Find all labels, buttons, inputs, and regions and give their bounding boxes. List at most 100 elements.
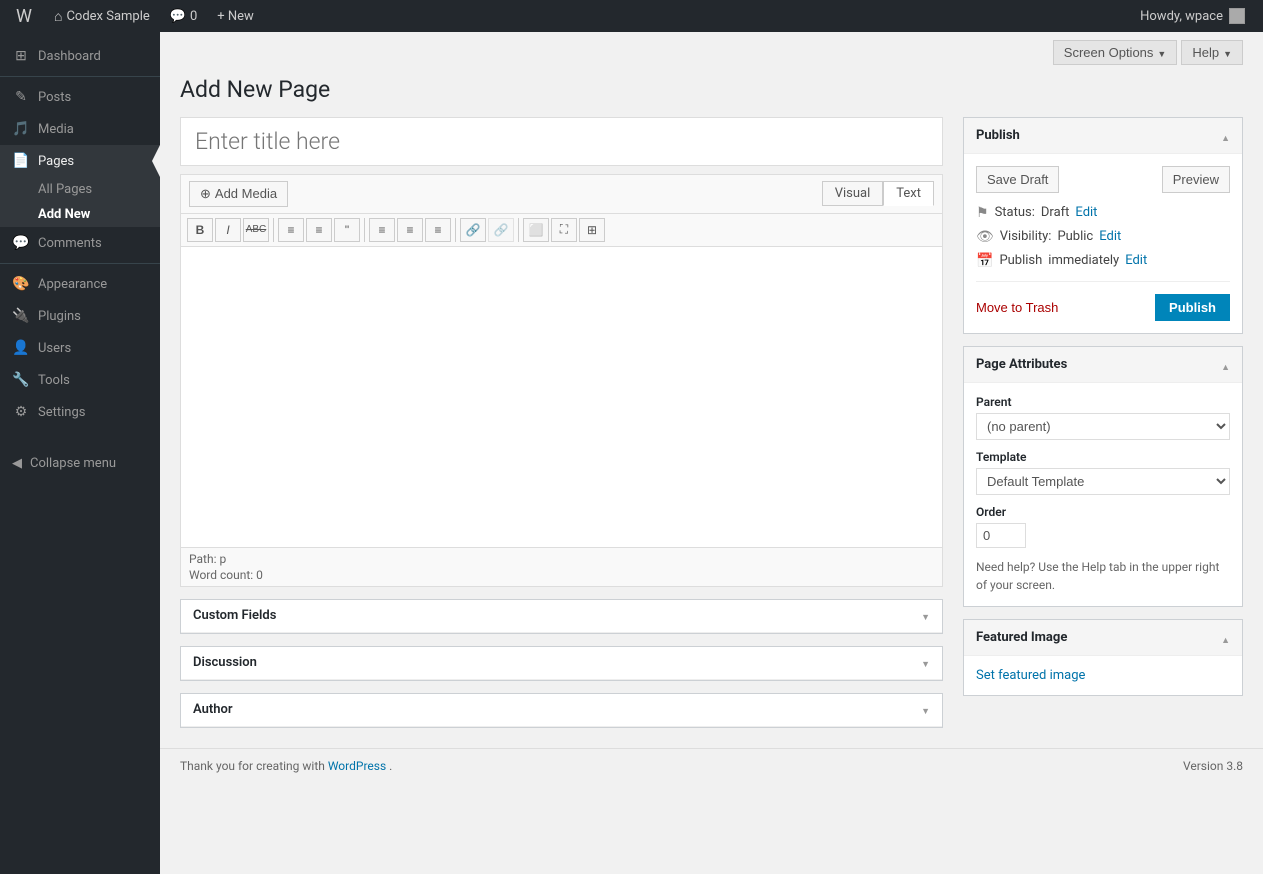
sidebar-item-label: Media (38, 122, 74, 137)
adminbar-site[interactable]: ⌂ Codex Sample (44, 0, 160, 32)
publish-time-value: immediately (1048, 253, 1119, 268)
sidebar-item-dashboard[interactable]: ⊞ Dashboard (0, 40, 160, 72)
visibility-edit-link[interactable]: Edit (1099, 229, 1121, 244)
remove-link-button[interactable]: 🔗 (488, 218, 514, 242)
toolbar-separator-2 (364, 218, 365, 242)
editor-footer: Path: p Word count: 0 (181, 547, 942, 586)
pages-submenu: All Pages Add New (0, 177, 160, 227)
sidebar-item-comments[interactable]: 💬 Comments (0, 227, 160, 259)
sidebar-item-label: Appearance (38, 277, 107, 292)
wordpress-link[interactable]: WordPress (328, 759, 389, 773)
order-input[interactable] (976, 523, 1026, 548)
custom-fields-header[interactable]: Custom Fields (181, 600, 942, 633)
featured-image-box: Featured Image Set featured image (963, 619, 1243, 696)
media-icon: 🎵 (12, 121, 30, 137)
discussion-header[interactable]: Discussion (181, 647, 942, 680)
attr-help-text: Need help? Use the Help tab in the upper… (976, 558, 1230, 594)
author-toggle[interactable] (921, 702, 930, 718)
sidebar-item-label: Settings (38, 405, 85, 420)
collapse-icon: ◀ (12, 456, 22, 471)
screen-options-button[interactable]: Screen Options (1053, 40, 1178, 65)
home-icon: ⌂ (54, 8, 62, 25)
publish-footer: Move to Trash Publish (976, 294, 1230, 321)
help-button[interactable]: Help (1181, 40, 1243, 65)
sidebar-item-plugins[interactable]: 🔌 Plugins (0, 300, 160, 332)
page-attributes-collapse-icon[interactable] (1221, 355, 1230, 374)
sidebar-item-settings[interactable]: ⚙ Settings (0, 396, 160, 428)
featured-image-title: Featured Image (976, 630, 1067, 645)
sidebar-item-posts[interactable]: ✎ Posts (0, 81, 160, 113)
posts-icon: ✎ (12, 89, 30, 105)
ordered-list-button[interactable]: ≡ (306, 218, 332, 242)
publish-time-label: Publish (999, 253, 1042, 268)
editor-sidebar: Publish Save Draft Preview (963, 117, 1243, 708)
align-right-button[interactable]: ≡ (425, 218, 451, 242)
content-header: Screen Options Help (160, 32, 1263, 65)
sidebar-item-media[interactable]: 🎵 Media (0, 113, 160, 145)
bold-button[interactable]: B (187, 218, 213, 242)
dashboard-icon: ⊞ (12, 48, 30, 64)
wp-logo[interactable]: W (8, 6, 40, 27)
publish-box: Publish Save Draft Preview (963, 117, 1243, 334)
submenu-item-all-pages[interactable]: All Pages (0, 177, 160, 202)
order-field: Order (976, 505, 1230, 548)
tab-visual[interactable]: Visual (822, 181, 884, 206)
unordered-list-button[interactable]: ≡ (278, 218, 304, 242)
author-header[interactable]: Author (181, 694, 942, 727)
adminbar-new[interactable]: + New (207, 0, 264, 32)
custom-fields-toggle[interactable] (921, 608, 930, 624)
sidebar-item-users[interactable]: 👤 Users (0, 332, 160, 364)
strikethrough-button[interactable]: ABC (243, 218, 269, 242)
menu-arrow (152, 145, 160, 177)
template-select[interactable]: Default Template (976, 468, 1230, 495)
editor-box: ⊕ Add Media Visual Text (180, 174, 943, 587)
adminbar-comments[interactable]: 💬 0 (160, 0, 208, 32)
toolbar-separator-3 (455, 218, 456, 242)
insert-more-button[interactable]: ⬜ (523, 218, 549, 242)
publish-collapse-icon[interactable] (1221, 126, 1230, 145)
set-featured-image-link[interactable]: Set featured image (976, 668, 1085, 683)
chevron-down-icon (1223, 45, 1232, 60)
collapse-menu[interactable]: ◀ Collapse menu (0, 448, 160, 479)
align-left-button[interactable]: ≡ (369, 218, 395, 242)
publish-box-title: Publish (976, 128, 1020, 143)
italic-button[interactable]: I (215, 218, 241, 242)
template-label: Template (976, 450, 1230, 464)
publish-button[interactable]: Publish (1155, 294, 1230, 321)
toolbar-toggle-button[interactable]: ⊞ (579, 218, 605, 242)
featured-image-header: Featured Image (964, 620, 1242, 656)
discussion-toggle[interactable] (921, 655, 930, 671)
page-attributes-title: Page Attributes (976, 357, 1067, 372)
save-draft-button[interactable]: Save Draft (976, 166, 1059, 193)
editor-main: ⊕ Add Media Visual Text (180, 117, 943, 728)
footer-version: Version 3.8 (1183, 759, 1243, 773)
sidebar-item-pages[interactable]: 📄 Pages (0, 145, 160, 177)
move-to-trash-button[interactable]: Move to Trash (976, 300, 1058, 315)
editor-content-area[interactable] (181, 247, 942, 547)
align-center-button[interactable]: ≡ (397, 218, 423, 242)
insert-link-button[interactable]: 🔗 (460, 218, 486, 242)
toolbar-separator-4 (518, 218, 519, 242)
comments-icon: 💬 (170, 9, 186, 24)
sidebar-item-appearance[interactable]: 🎨 Appearance (0, 268, 160, 300)
add-media-button[interactable]: ⊕ Add Media (189, 181, 288, 207)
status-edit-link[interactable]: Edit (1075, 205, 1097, 220)
custom-fields-metabox: Custom Fields (180, 599, 943, 634)
fullscreen-button[interactable]: ⛶ (551, 218, 577, 242)
publish-time-edit-link[interactable]: Edit (1125, 253, 1147, 268)
order-label: Order (976, 505, 1230, 519)
sidebar-item-tools[interactable]: 🔧 Tools (0, 364, 160, 396)
page-attributes-body: Parent (no parent) Template Default Temp… (964, 383, 1242, 606)
visibility-value: Public (1057, 229, 1093, 244)
sidebar-item-label: Dashboard (38, 49, 101, 64)
submenu-item-add-new[interactable]: Add New (0, 202, 160, 227)
tab-text[interactable]: Text (883, 181, 934, 206)
preview-button[interactable]: Preview (1162, 166, 1230, 193)
sidebar-item-label: Posts (38, 90, 71, 105)
status-value: Draft (1041, 205, 1070, 220)
featured-image-collapse-icon[interactable] (1221, 628, 1230, 647)
page-title-input[interactable] (180, 117, 943, 166)
parent-select[interactable]: (no parent) (976, 413, 1230, 440)
blockquote-button[interactable]: " (334, 218, 360, 242)
avatar (1229, 8, 1245, 24)
